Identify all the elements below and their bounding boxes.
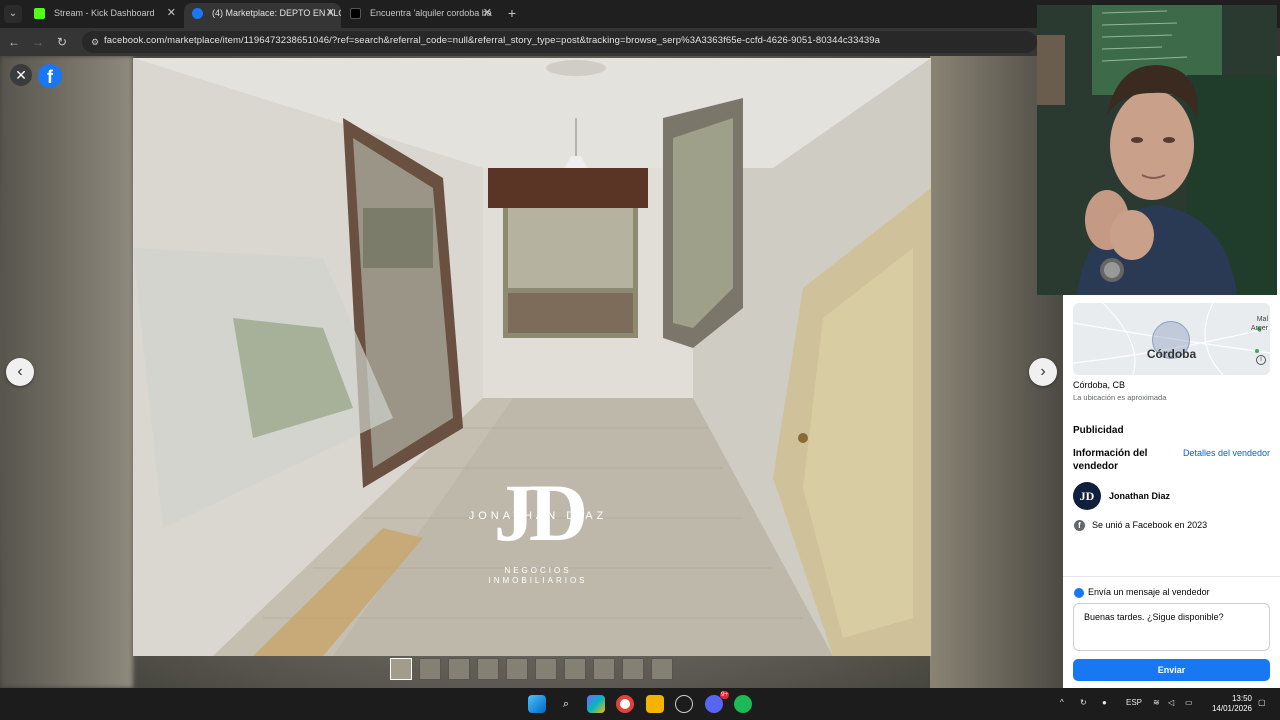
photo-thumbnail[interactable] <box>651 658 673 680</box>
photo-thumbnail[interactable] <box>535 658 557 680</box>
map-city-label: Córdoba <box>1146 347 1197 361</box>
avatar[interactable]: JD <box>1073 482 1101 510</box>
tray-chevron-icon[interactable]: ^ <box>1060 698 1064 707</box>
tab-search-button[interactable]: ⌄ <box>4 5 22 23</box>
joined-text: Se unió a Facebook en 2023 <box>1092 520 1208 530</box>
watermark-sub-2: INMOBILIARIOS <box>488 576 588 585</box>
tab-label: (4) Marketplace: DEPTO EN ALQ <box>212 8 341 18</box>
spotify-icon[interactable] <box>734 695 752 713</box>
copilot-icon[interactable] <box>587 695 605 713</box>
watermark-name: JONATHAN DIAZ <box>468 510 608 522</box>
facebook-favicon-icon <box>192 8 203 19</box>
photo-thumbnail[interactable] <box>564 658 586 680</box>
next-photo-button[interactable]: › <box>1029 358 1057 386</box>
info-icon[interactable]: i <box>1256 355 1266 365</box>
watermark-sub-1: NEGOCIOS <box>504 566 572 575</box>
tab-marketplace[interactable]: (4) Marketplace: DEPTO EN ALQ ✕ <box>184 3 341 28</box>
messenger-icon <box>1074 588 1084 598</box>
obs-icon[interactable] <box>675 695 693 713</box>
location-text: Córdoba, CB <box>1073 380 1126 390</box>
address-bar[interactable]: ⚙ facebook.com/marketplace/item/11964732… <box>82 31 1037 53</box>
windows-taskbar: ⌕ 9+ ^ ↻ ● ESP ≋ ◁ ▭ 13:50 14/01/2026 ▢ <box>0 688 1280 720</box>
tab-close-icon[interactable]: ✕ <box>167 3 176 24</box>
previous-photo-button[interactable]: ‹ <box>6 358 34 386</box>
photo-viewer: JD JONATHAN DIAZ NEGOCIOS INMOBILIARIOS … <box>0 56 1063 688</box>
reload-icon[interactable]: ↻ <box>53 33 71 51</box>
tab-close-icon[interactable]: ✕ <box>483 3 492 24</box>
tab-close-icon[interactable]: ✕ <box>326 3 335 24</box>
seller-info-heading: Información del vendedor <box>1073 448 1148 472</box>
webcam-overlay <box>1037 5 1277 295</box>
photo-thumbnail[interactable] <box>593 658 615 680</box>
close-icon[interactable]: ✕ <box>10 64 32 86</box>
wifi-icon[interactable]: ≋ <box>1153 698 1160 707</box>
map-edge-label: Mal Arger <box>1251 315 1268 333</box>
clock-date: 14/01/2026 <box>1211 704 1252 713</box>
language-indicator[interactable]: ESP <box>1126 698 1142 707</box>
photo-thumbnail[interactable] <box>419 658 441 680</box>
tab-tiktok-search[interactable]: Encuentra 'alquiler cordoba ba ✕ <box>342 3 498 28</box>
chrome-icon[interactable] <box>616 695 634 713</box>
windows-start-icon[interactable] <box>528 695 546 713</box>
map-edge-line-2: Arger <box>1250 325 1268 332</box>
new-tab-button[interactable]: + <box>504 4 520 22</box>
volume-icon[interactable]: ◁ <box>1168 698 1174 707</box>
ads-heading: Publicidad <box>1073 425 1124 436</box>
notifications-icon[interactable]: ▢ <box>1258 698 1266 707</box>
location-map[interactable]: Córdoba Mal Arger i <box>1073 303 1270 375</box>
microphone-icon[interactable]: ● <box>1102 698 1107 707</box>
address-url[interactable]: facebook.com/marketplace/item/1196473238… <box>104 35 880 46</box>
forward-arrow-icon[interactable]: → <box>29 33 47 51</box>
photo-thumbnail[interactable] <box>390 658 412 680</box>
photo-thumbnail[interactable] <box>448 658 470 680</box>
search-icon[interactable]: ⌕ <box>557 695 575 713</box>
listing-photo[interactable]: JD JONATHAN DIAZ NEGOCIOS INMOBILIARIOS <box>133 58 931 656</box>
system-clock[interactable]: 13:50 14/01/2026 <box>1212 694 1252 714</box>
seller-details-link[interactable]: Detalles del vendedor <box>1183 448 1270 458</box>
send-button[interactable]: Enviar <box>1073 659 1270 681</box>
discord-badge: 9+ <box>720 691 729 699</box>
facebook-logo-icon[interactable]: f <box>38 64 62 88</box>
map-edge-line-1: Mal <box>1256 316 1268 323</box>
message-input[interactable]: Buenas tardes. ¿Sigue disponible? <box>1073 603 1270 651</box>
photo-thumbnail[interactable] <box>622 658 644 680</box>
location-note: La ubicación es aproximada <box>1073 393 1167 402</box>
seller-name[interactable]: Jonathan Diaz <box>1109 491 1170 501</box>
photo-thumbnail[interactable] <box>477 658 499 680</box>
tab-kick-dashboard[interactable]: Stream - Kick Dashboard ✕ <box>26 3 182 28</box>
tiktok-favicon-icon <box>350 8 361 19</box>
discord-icon[interactable]: 9+ <box>705 691 729 713</box>
tab-label: Stream - Kick Dashboard <box>54 8 155 18</box>
battery-icon[interactable]: ▭ <box>1185 698 1193 707</box>
streamer-webcam-image <box>1037 5 1277 295</box>
watermark-logo: JD JONATHAN DIAZ NEGOCIOS INMOBILIARIOS <box>438 472 638 586</box>
photo-thumbnail[interactable] <box>506 658 528 680</box>
message-title: Envía un mensaje al vendedor <box>1088 587 1210 597</box>
file-explorer-icon[interactable] <box>646 695 664 713</box>
message-seller-box: Envía un mensaje al vendedor Buenas tard… <box>1063 576 1280 688</box>
clock-time: 13:50 <box>1231 694 1252 703</box>
back-arrow-icon[interactable]: ← <box>5 33 23 51</box>
site-info-icon[interactable]: ⚙ <box>88 35 102 49</box>
tab-label: Encuentra 'alquiler cordoba ba <box>370 8 492 18</box>
sync-icon[interactable]: ↻ <box>1080 698 1087 707</box>
kick-favicon-icon <box>34 8 45 19</box>
facebook-icon: f <box>1074 520 1085 531</box>
